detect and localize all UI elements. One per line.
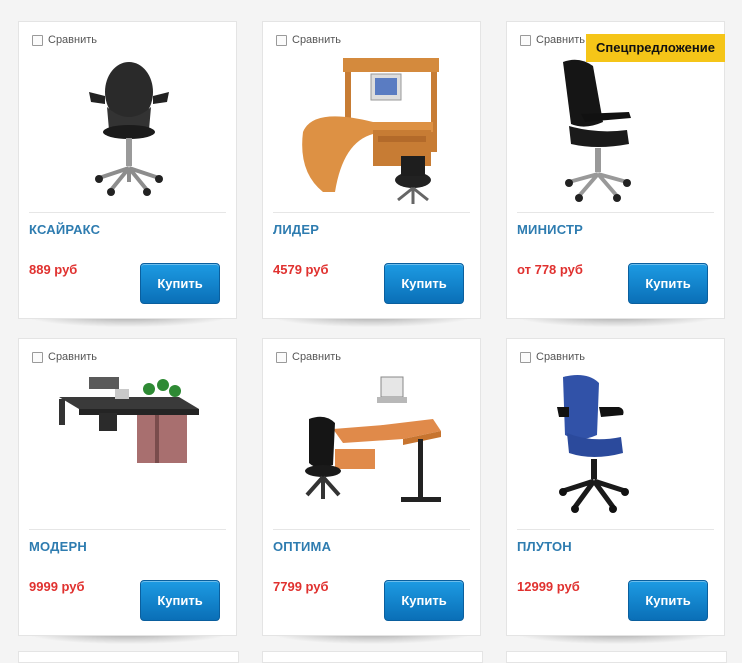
- product-name[interactable]: КСАЙРАКС: [29, 222, 100, 237]
- buy-button[interactable]: Купить: [628, 263, 708, 304]
- buy-button[interactable]: Купить: [384, 580, 464, 621]
- product-name[interactable]: ЛИДЕР: [273, 222, 319, 237]
- compare-label: Сравнить: [292, 351, 342, 363]
- product-image[interactable]: [29, 369, 228, 534]
- product-image[interactable]: [517, 369, 716, 534]
- product-card-partial: [18, 651, 239, 663]
- card-divider: [517, 212, 714, 213]
- product-card: Сравнить ЛИДЕР 4579 руб Купить: [262, 21, 481, 327]
- product-image[interactable]: [273, 52, 472, 217]
- buy-button[interactable]: Купить: [140, 580, 220, 621]
- card-divider: [29, 529, 226, 530]
- product-price: 4579 руб: [273, 262, 329, 277]
- product-card: Сравнить МОДЕРН 9999 руб Купить: [18, 338, 237, 644]
- buy-button[interactable]: Купить: [140, 263, 220, 304]
- product-name[interactable]: МИНИСТР: [517, 222, 583, 237]
- compare-label: Сравнить: [48, 351, 98, 363]
- checkbox-icon[interactable]: [276, 34, 287, 46]
- checkbox-icon[interactable]: [32, 351, 43, 363]
- product-card-partial: [506, 651, 727, 663]
- product-name[interactable]: МОДЕРН: [29, 539, 87, 554]
- product-name[interactable]: ПЛУТОН: [517, 539, 572, 554]
- product-price: 7799 руб: [273, 579, 329, 594]
- product-price: 9999 руб: [29, 579, 85, 594]
- checkbox-icon[interactable]: [520, 351, 531, 363]
- product-card: Сравнить Спецпредложение МИНИСТР от 778 …: [506, 21, 725, 327]
- product-image[interactable]: [29, 52, 228, 217]
- checkbox-icon[interactable]: [32, 34, 43, 46]
- compare-checkbox[interactable]: Сравнить: [32, 351, 97, 363]
- buy-button[interactable]: Купить: [628, 580, 708, 621]
- card-divider: [273, 529, 470, 530]
- card-divider: [517, 529, 714, 530]
- product-image[interactable]: [517, 52, 716, 217]
- product-card: Сравнить КСАЙРАКС 889 руб Купить: [18, 21, 237, 327]
- compare-checkbox[interactable]: Сравнить: [520, 351, 585, 363]
- compare-checkbox[interactable]: Сравнить: [520, 34, 585, 46]
- product-card: Сравнить ПЛУТОН 12999 руб Купить: [506, 338, 725, 644]
- product-name[interactable]: ОПТИМА: [273, 539, 331, 554]
- compare-label: Сравнить: [48, 34, 98, 46]
- card-divider: [273, 212, 470, 213]
- compare-label: Сравнить: [292, 34, 342, 46]
- compare-checkbox[interactable]: Сравнить: [276, 351, 341, 363]
- product-image[interactable]: [273, 369, 472, 534]
- product-price: 12999 руб: [517, 579, 580, 594]
- product-card-partial: [262, 651, 483, 663]
- checkbox-icon[interactable]: [520, 34, 531, 46]
- compare-checkbox[interactable]: Сравнить: [32, 34, 97, 46]
- product-price: от 778 руб: [517, 262, 583, 277]
- product-card: Сравнить ОПТИМА 7799 руб Купить: [262, 338, 481, 644]
- card-divider: [29, 212, 226, 213]
- buy-button[interactable]: Купить: [384, 263, 464, 304]
- compare-checkbox[interactable]: Сравнить: [276, 34, 341, 46]
- compare-label: Сравнить: [536, 351, 586, 363]
- compare-label: Сравнить: [536, 34, 586, 46]
- product-price: 889 руб: [29, 262, 78, 277]
- checkbox-icon[interactable]: [276, 351, 287, 363]
- product-grid: Сравнить КСАЙРАКС 889 руб Купить Сравнит…: [0, 0, 742, 663]
